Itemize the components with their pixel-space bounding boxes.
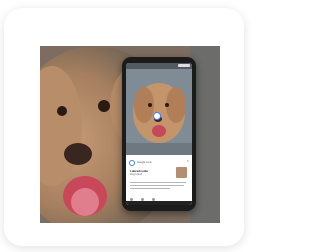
navigation-bar <box>126 201 192 205</box>
result-thumbnail[interactable] <box>176 167 187 178</box>
description-line <box>130 182 186 184</box>
phone-mockup: Google Lens × Labradoodle Dog breed <box>122 57 196 211</box>
status-bar <box>126 63 192 69</box>
description-line <box>130 188 170 190</box>
lens-header: Google Lens <box>129 160 152 166</box>
status-icons <box>178 64 190 67</box>
phone-screen: Google Lens × Labradoodle Dog breed <box>126 63 192 205</box>
screen-dog-photo <box>126 63 192 155</box>
result-subtitle: Dog breed <box>130 173 143 176</box>
lens-focus-dot[interactable] <box>153 112 161 120</box>
lens-logo-icon <box>129 160 135 166</box>
lens-result-sheet: Google Lens × Labradoodle Dog breed <box>126 157 192 205</box>
close-icon[interactable]: × <box>187 159 189 163</box>
lens-header-label: Google Lens <box>137 160 152 164</box>
description-line <box>130 185 184 187</box>
